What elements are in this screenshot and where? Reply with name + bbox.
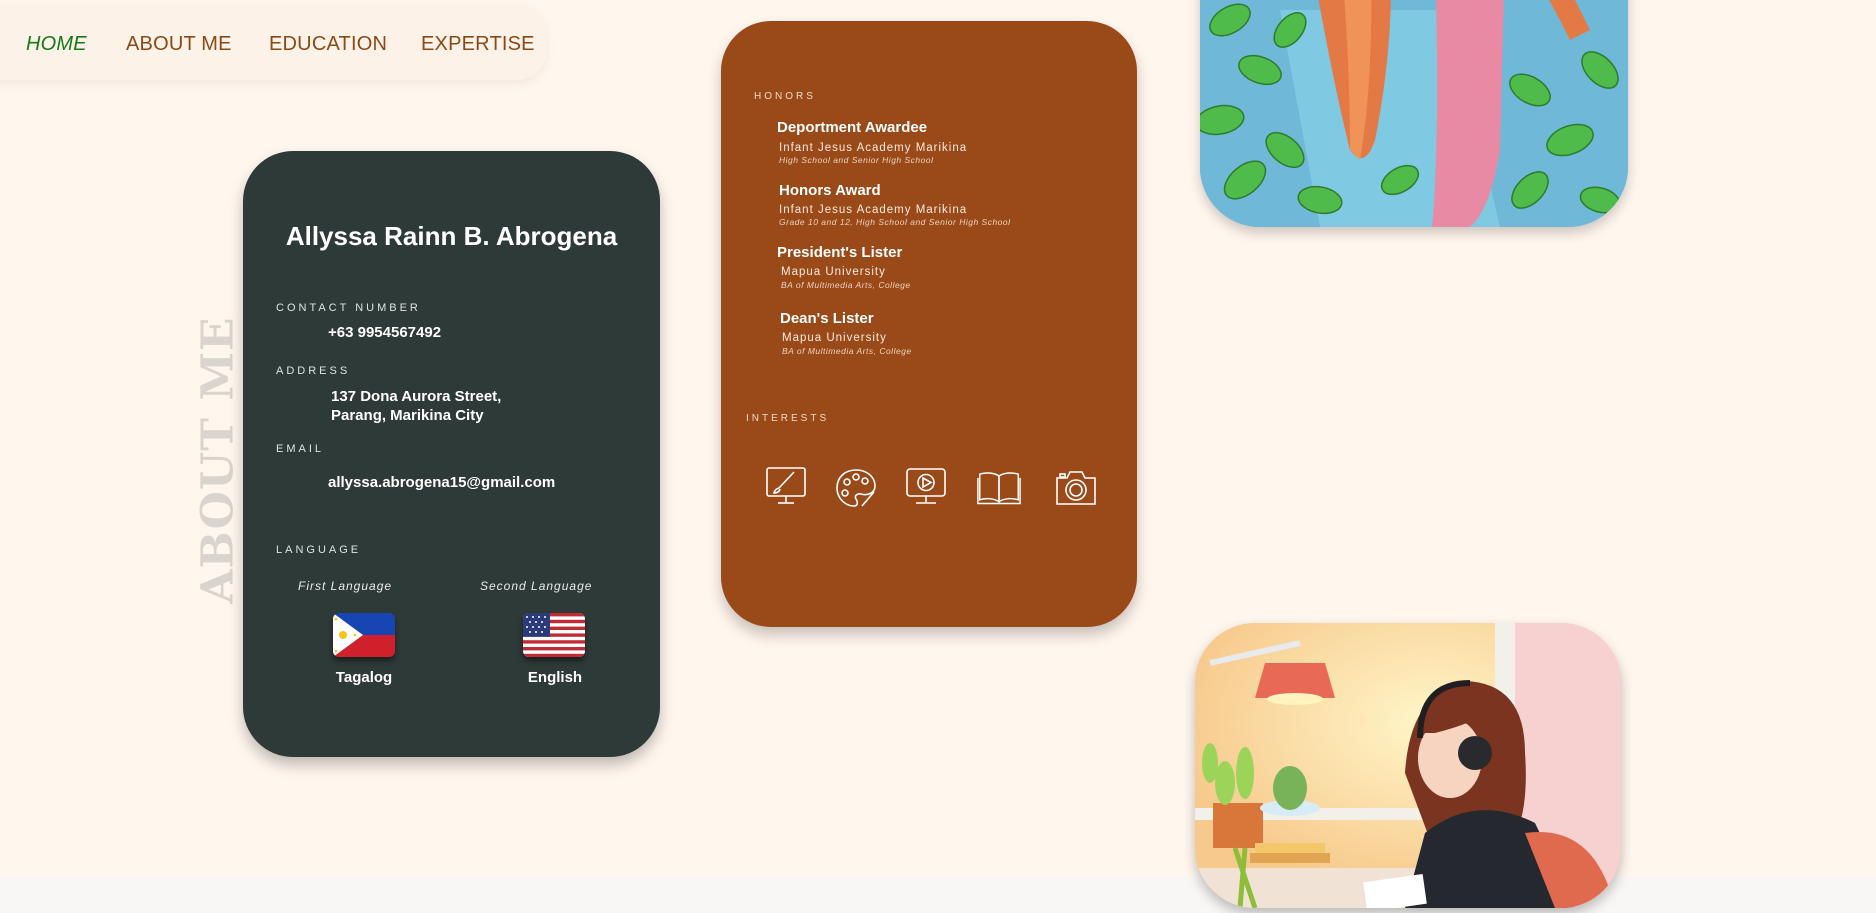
honors-label: HONORS <box>754 91 816 102</box>
interests-label: INTERESTS <box>746 413 830 424</box>
honor-school: Infant Jesus Academy Marikina <box>779 204 968 216</box>
language-label: LANGUAGE <box>276 544 362 556</box>
second-language-name: English <box>527 669 583 686</box>
contact-number-label: CONTACT NUMBER <box>276 302 421 314</box>
honor-note: High School and Senior High School <box>779 155 934 165</box>
artwork-hand-leaves <box>1200 0 1628 227</box>
book-icon <box>977 472 1021 505</box>
email-value[interactable]: allyssa.abrogena15@gmail.com <box>328 473 555 492</box>
honor-note: BA of Multimedia Arts, College <box>781 280 911 290</box>
video-icon <box>906 468 946 504</box>
first-language-caption: First Language <box>298 579 393 593</box>
email-label: EMAIL <box>276 443 325 455</box>
digital-art-icon <box>766 467 806 504</box>
contact-card: Allyssa Rainn B. Abrogena CONTACT NUMBER… <box>243 151 660 757</box>
second-language-caption: Second Language <box>480 579 593 593</box>
camera-icon <box>1056 471 1096 505</box>
nav-home-link[interactable]: HOME <box>26 33 87 56</box>
address-line-1: 137 Dona Aurora Street, <box>331 388 502 405</box>
honor-school: Infant Jesus Academy Marikina <box>779 142 968 154</box>
philippines-flag-icon <box>333 613 395 657</box>
top-nav: HOME ABOUT ME EDUCATION EXPERTISE <box>0 5 547 80</box>
honor-school: Mapua University <box>782 332 887 344</box>
section-heading-text: ABOUT ME <box>192 316 244 604</box>
usa-flag-icon <box>523 613 585 657</box>
address-line-2: Parang, Marikina City <box>331 407 484 424</box>
nav-about-link[interactable]: ABOUT ME <box>126 33 232 56</box>
honor-title: Honors Award <box>779 182 881 199</box>
nav-education-link[interactable]: EDUCATION <box>269 33 387 56</box>
painting-palette-icon <box>836 469 876 507</box>
honor-school: Mapua University <box>781 266 886 278</box>
artwork-girl-at-desk <box>1195 623 1621 908</box>
honor-title: Dean's Lister <box>780 310 874 327</box>
honor-title: Deportment Awardee <box>777 119 928 136</box>
first-language-name: Tagalog <box>335 669 393 686</box>
honor-title: President's Lister <box>777 244 903 261</box>
contact-number-value: +63 9954567492 <box>328 324 442 341</box>
honors-card: HONORS Deportment Awardee Infant Jesus A… <box>721 21 1137 627</box>
honor-note: Grade 10 and 12, High School and Senior … <box>779 217 1011 227</box>
nav-expertise-link[interactable]: EXPERTISE <box>421 33 535 56</box>
honor-note: BA of Multimedia Arts, College <box>782 346 912 356</box>
person-name: Allyssa Rainn B. Abrogena <box>285 221 618 251</box>
section-heading: ABOUT ME <box>188 316 248 603</box>
address-label: ADDRESS <box>276 365 351 377</box>
